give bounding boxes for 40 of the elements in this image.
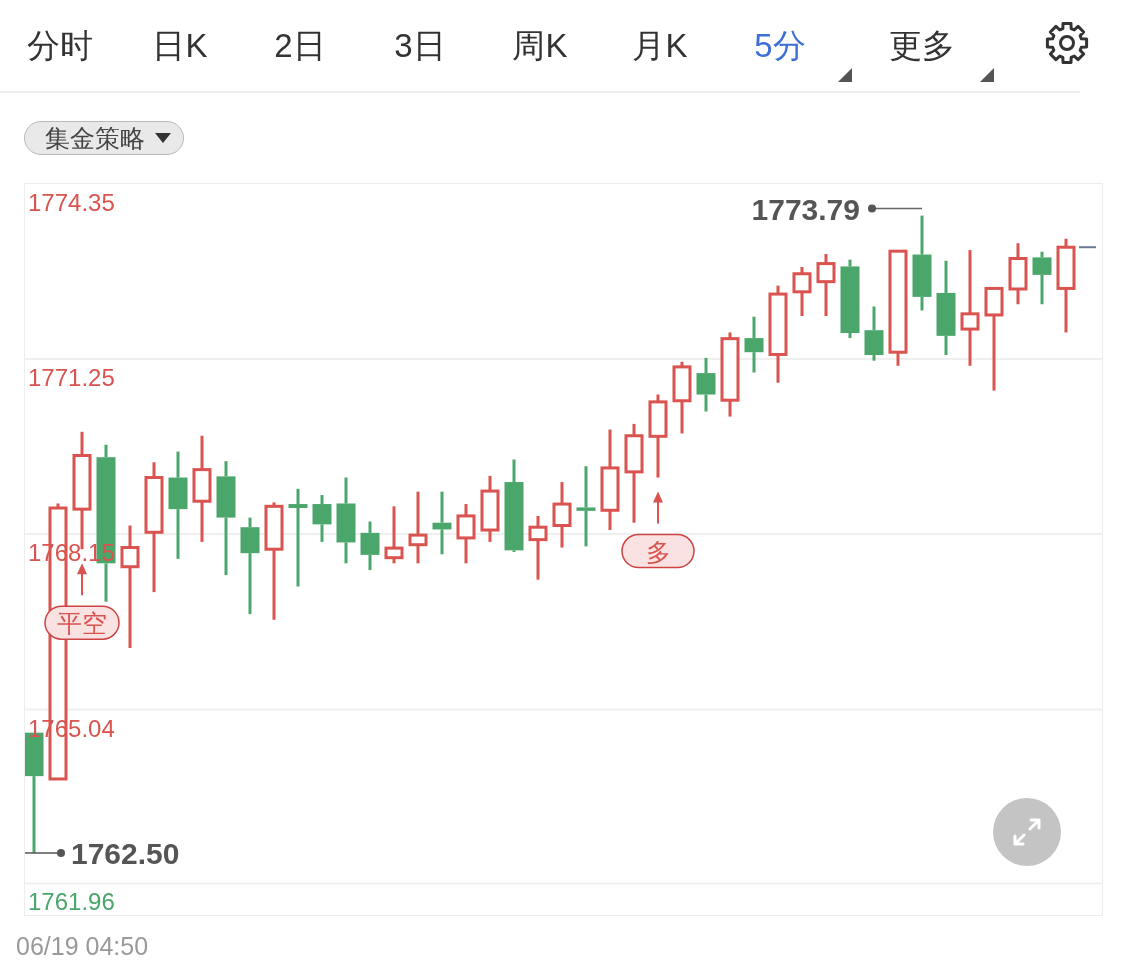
- tab[interactable]: 更多: [883, 25, 961, 66]
- axis-label: 1774.35: [28, 189, 115, 216]
- price-line: [1078, 246, 1097, 249]
- tab[interactable]: 周K: [506, 25, 574, 66]
- candlestick: [552, 482, 572, 548]
- expand-icon: [1012, 817, 1042, 847]
- caret-icon: [155, 133, 171, 143]
- tab[interactable]: 月K: [626, 25, 694, 66]
- signal-arrow: [77, 563, 87, 597]
- candlestick: [1008, 243, 1028, 305]
- candlestick: [744, 316, 764, 373]
- annotation: 多: [645, 537, 671, 566]
- timestamp: 06/19 04:50: [16, 932, 149, 960]
- strategy-dropdown[interactable]: 集金策略: [24, 121, 184, 155]
- candlestick: [1032, 251, 1052, 305]
- signal-arrow: [653, 491, 663, 525]
- tab[interactable]: 2日: [268, 25, 332, 66]
- tab[interactable]: 3日: [388, 25, 452, 66]
- annotation: 平空: [57, 609, 107, 638]
- candlestick: [816, 254, 836, 317]
- tab[interactable]: 日K: [146, 25, 214, 66]
- high-price-label: 1773.79: [751, 192, 860, 226]
- candlestick: [456, 504, 476, 564]
- settings-icon[interactable]: [1044, 20, 1090, 66]
- tab[interactable]: 5分: [748, 25, 812, 66]
- candlestick: [480, 475, 500, 542]
- low-price-label: 1762.50: [71, 836, 180, 870]
- candlestick: [312, 495, 332, 542]
- candlestick: [792, 267, 812, 317]
- candlestick: [432, 491, 452, 555]
- candlestick: [864, 306, 884, 361]
- candlestick: [528, 515, 548, 580]
- candlestick: [384, 506, 404, 564]
- leader-line: [25, 848, 65, 857]
- candlestick: [360, 521, 380, 571]
- leader-line: [868, 204, 923, 213]
- axis-label: 1771.25: [28, 364, 115, 391]
- axis-label: 1761.96: [28, 888, 115, 915]
- tab[interactable]: 分时: [21, 25, 99, 66]
- candlestick: [696, 357, 716, 412]
